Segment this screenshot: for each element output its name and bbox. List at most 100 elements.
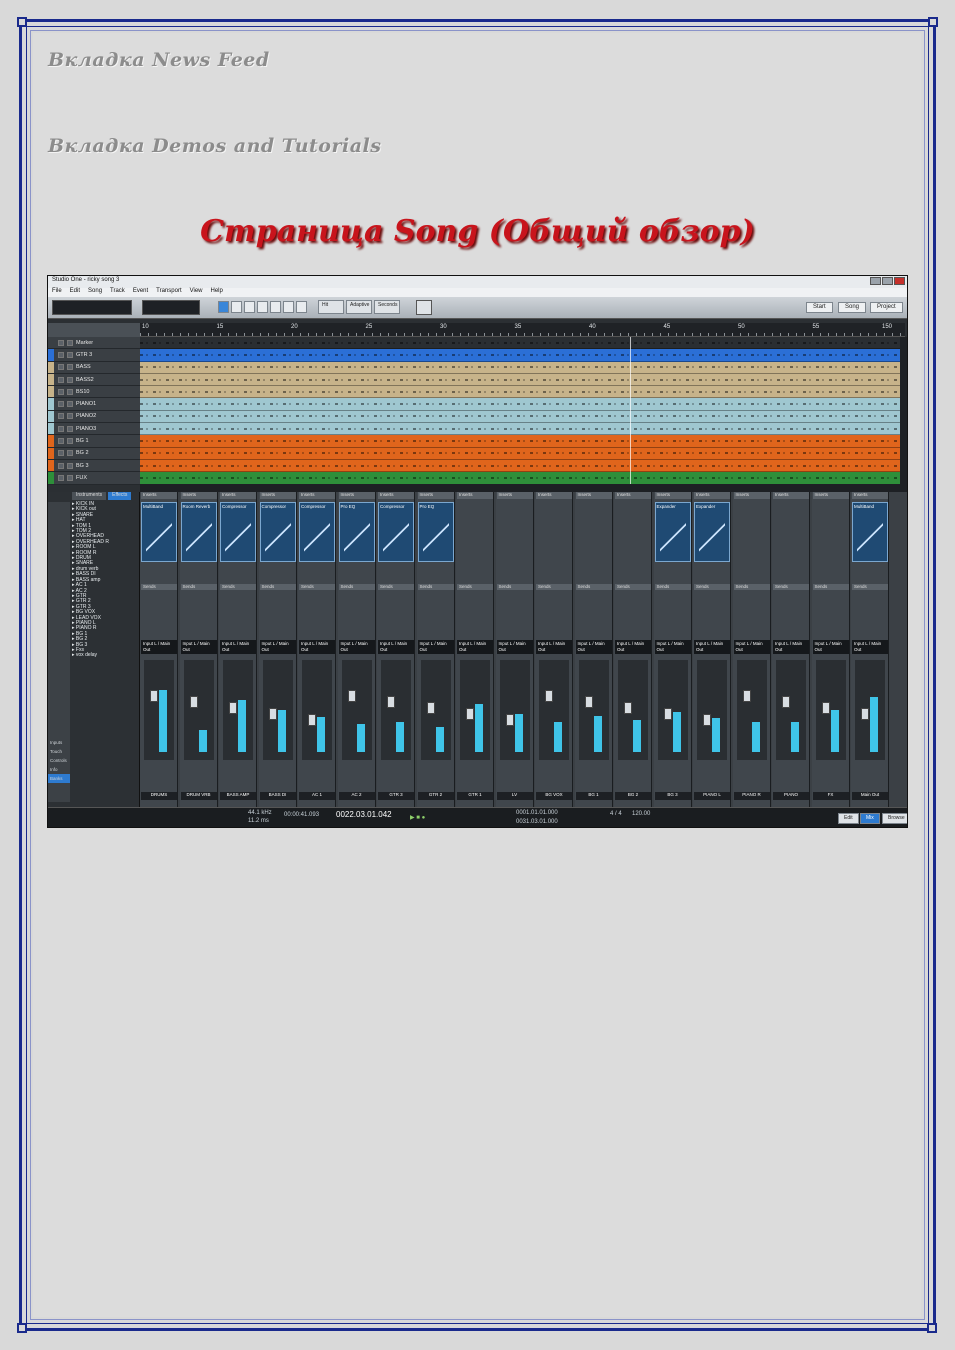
inserts-header[interactable]: Inserts (220, 492, 256, 499)
edit-view-button[interactable]: Edit (838, 813, 859, 824)
mute-tool-icon[interactable] (283, 301, 294, 313)
track-header[interactable]: Marker (48, 337, 140, 350)
toolbar-start-button[interactable]: Start (806, 302, 833, 313)
insert-plugin-display[interactable]: MultiBand (141, 502, 177, 562)
solo-button[interactable] (67, 339, 73, 346)
insert-plugin-display[interactable]: Compressor (299, 502, 335, 562)
browser-tab-effects[interactable]: Effects (108, 492, 132, 500)
volume-fader[interactable] (855, 660, 885, 760)
channel-list-item[interactable]: ▸ vox delay (72, 652, 138, 658)
io-routing[interactable]: Input L / Main Out (852, 640, 888, 654)
mute-button[interactable] (58, 462, 64, 469)
volume-fader[interactable] (341, 660, 372, 760)
solo-button[interactable] (67, 438, 73, 445)
track-lane[interactable] (140, 410, 900, 424)
fader-knob[interactable] (308, 714, 316, 726)
mute-button[interactable] (58, 413, 64, 420)
insert-plugin-display[interactable]: Expander (654, 502, 691, 562)
listen-tool-icon[interactable] (296, 301, 307, 313)
arrow-right-icon[interactable] (416, 300, 432, 315)
volume-fader[interactable] (657, 660, 688, 760)
track-lane[interactable] (140, 447, 900, 460)
inserts-header[interactable]: Inserts (852, 492, 888, 499)
volume-fader[interactable] (736, 660, 767, 760)
volume-fader[interactable] (302, 660, 332, 760)
track-lane[interactable] (140, 373, 900, 387)
track-header[interactable]: FUX (48, 472, 140, 485)
sends-header[interactable]: Sends (812, 584, 849, 590)
toolbar-song-button[interactable]: Song (838, 302, 867, 313)
browser-nav-info[interactable]: Info (48, 765, 70, 774)
quantize-display[interactable] (52, 300, 132, 315)
menu-item-transport[interactable]: Transport (156, 288, 181, 297)
fader-knob[interactable] (663, 708, 672, 720)
menu-item-view[interactable]: View (190, 288, 203, 297)
split-tool-icon[interactable] (244, 301, 255, 313)
maximize-icon[interactable] (882, 277, 893, 285)
close-icon[interactable] (894, 277, 905, 285)
mix-view-button[interactable]: Mix (860, 813, 880, 824)
inserts-header[interactable]: Inserts (378, 492, 414, 499)
track-header[interactable]: BG 1 (48, 435, 140, 448)
sends-header[interactable]: Sends (536, 584, 572, 590)
track-lane[interactable] (140, 349, 900, 362)
io-routing[interactable]: Input L / Main Out (536, 640, 572, 654)
insert-plugin-display[interactable]: Compressor (259, 502, 296, 562)
volume-fader[interactable] (420, 660, 451, 760)
mute-button[interactable] (58, 450, 64, 457)
inserts-header[interactable]: Inserts (536, 492, 572, 499)
insert-plugin-display[interactable]: Room Reverb (180, 502, 217, 562)
inserts-header[interactable]: Inserts (259, 492, 296, 499)
menu-item-song[interactable]: Song (88, 288, 102, 297)
inserts-header[interactable]: Inserts (180, 492, 217, 499)
fader-knob[interactable] (466, 708, 474, 720)
mute-button[interactable] (58, 376, 64, 383)
io-routing[interactable]: Input L / Main Out (220, 640, 256, 654)
io-routing[interactable]: Input L / Main Out (496, 640, 533, 654)
solo-button[interactable] (67, 462, 73, 469)
inserts-header[interactable]: Inserts (694, 492, 730, 499)
browser-nav-touch[interactable]: Touch (48, 747, 70, 756)
sends-header[interactable]: Sends (180, 584, 217, 590)
track-header[interactable]: PIANO1 (48, 398, 140, 411)
io-routing[interactable]: Input L / Main Out (259, 640, 296, 654)
timebase-display[interactable] (142, 300, 200, 315)
inserts-header[interactable]: Inserts (417, 492, 454, 499)
inserts-header[interactable]: Inserts (338, 492, 375, 499)
solo-button[interactable] (67, 376, 73, 383)
sends-header[interactable]: Sends (457, 584, 493, 590)
mute-button[interactable] (58, 401, 64, 408)
mute-button[interactable] (58, 425, 64, 432)
io-routing[interactable]: Input L / Main Out (615, 640, 651, 654)
track-lane[interactable] (140, 361, 900, 374)
track-lane[interactable] (140, 459, 900, 473)
track-lane[interactable] (140, 386, 900, 399)
fader-knob[interactable] (821, 702, 830, 714)
track-lane[interactable] (140, 423, 900, 436)
fader-knob[interactable] (703, 714, 711, 726)
io-routing[interactable]: Input L / Main Out (575, 640, 612, 654)
insert-plugin-display[interactable]: Expander (694, 502, 730, 562)
volume-fader[interactable] (539, 660, 569, 760)
inserts-header[interactable]: Inserts (299, 492, 335, 499)
io-routing[interactable]: Input L / Main Out (141, 640, 177, 654)
sends-header[interactable]: Sends (220, 584, 256, 590)
sends-header[interactable]: Sends (378, 584, 414, 590)
eraser-tool-icon[interactable] (257, 301, 268, 313)
solo-button[interactable] (67, 425, 73, 432)
volume-fader[interactable] (499, 660, 530, 760)
browser-nav-controls[interactable]: Controls (48, 756, 70, 765)
volume-fader[interactable] (578, 660, 609, 760)
menu-item-help[interactable]: Help (211, 288, 223, 297)
sends-header[interactable]: Sends (299, 584, 335, 590)
track-lane[interactable] (140, 435, 900, 448)
minimize-icon[interactable] (870, 277, 881, 285)
insert-plugin-display[interactable]: Compressor (220, 502, 256, 562)
track-lane[interactable] (140, 337, 900, 350)
solo-button[interactable] (67, 351, 73, 358)
sends-header[interactable]: Sends (654, 584, 691, 590)
browser-nav-banks[interactable]: Banks (48, 774, 70, 783)
track-lane[interactable] (140, 472, 900, 484)
menu-item-event[interactable]: Event (133, 288, 148, 297)
sends-header[interactable]: Sends (417, 584, 454, 590)
